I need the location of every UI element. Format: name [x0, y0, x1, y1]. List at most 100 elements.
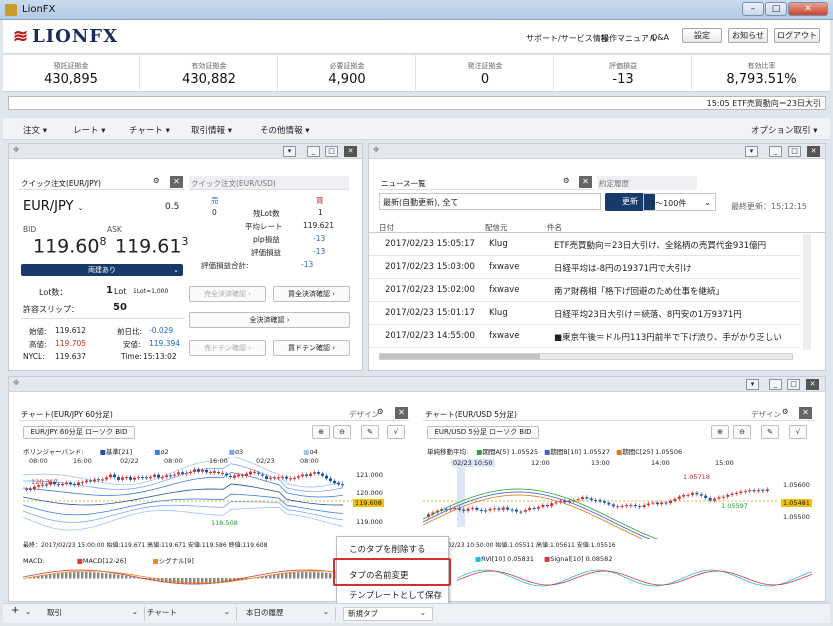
- zoom-out-icon[interactable]: ⊖: [333, 425, 351, 439]
- panel-menu-button[interactable]: ▾: [283, 146, 296, 157]
- gear-icon[interactable]: ⚙: [153, 176, 160, 185]
- tab-quick-eurjpy[interactable]: クイック注文(EUR/JPY) ⚙ ✕: [19, 176, 185, 190]
- position-mode-select[interactable]: 両建あり ⌄: [21, 264, 183, 276]
- design-link[interactable]: デザイン: [349, 409, 379, 420]
- panel-close-button[interactable]: ✕: [807, 146, 820, 157]
- panel-maximize-button[interactable]: □: [787, 379, 800, 390]
- panel-close-button[interactable]: ✕: [806, 379, 819, 390]
- menu-chart[interactable]: チャート ▾: [129, 124, 170, 136]
- panel-close-button[interactable]: ✕: [344, 146, 357, 157]
- close-window-button[interactable]: ✕: [788, 2, 828, 16]
- bottom-tab-today-history[interactable]: 本日の履歴 ⌄: [246, 607, 336, 621]
- sell-doten-button[interactable]: 売ドテン確認 ›: [189, 340, 266, 356]
- menu-option-trade[interactable]: オプション取引 ▾: [751, 124, 817, 136]
- candle-body: [181, 472, 184, 474]
- news-row[interactable]: 2017/02/23 15:03:00 fxwave 日経平均は-8円の19371円…: [369, 256, 800, 279]
- panel-menu-button[interactable]: ▾: [746, 379, 759, 390]
- indicator-icon[interactable]: √: [387, 425, 405, 439]
- macd-histogram-bar: [329, 573, 332, 579]
- panel-minimize-button[interactable]: _: [769, 379, 782, 390]
- app-header: ≋ LIONFX サポート/サービス情報 操作マニュアル Q&A 設定 お知らせ …: [3, 20, 830, 54]
- chart1-area[interactable]: 08:00 16:00 02/22 08:00 16:00 02/23 08:0…: [22, 455, 411, 539]
- tab-close-icon[interactable]: ✕: [799, 407, 812, 419]
- zoom-in-icon[interactable]: ⊕: [312, 425, 330, 439]
- tab-chart-eurjpy[interactable]: チャート(EUR/JPY 60分足) デザイン ⚙ ✕: [19, 407, 409, 421]
- panel-maximize-button[interactable]: □: [325, 146, 338, 157]
- vertical-scrollbar[interactable]: [803, 234, 811, 350]
- panel-minimize-button[interactable]: _: [307, 146, 320, 157]
- add-tab-icon[interactable]: +: [11, 605, 19, 619]
- gear-icon[interactable]: ⚙: [563, 176, 570, 185]
- pen-icon[interactable]: ✎: [361, 425, 379, 439]
- candle-body: [453, 507, 457, 509]
- menu-trade-info[interactable]: 取引情報 ▾: [191, 124, 232, 136]
- tab-quick-eurusd[interactable]: クイック注文(EUR/USD): [189, 176, 349, 190]
- logout-button[interactable]: ログアウト: [774, 28, 820, 43]
- news-row[interactable]: 2017/02/23 15:02:00 fxwave 南ア財務相「格下げ回避のため仕…: [369, 279, 800, 302]
- maximize-button[interactable]: □: [765, 2, 787, 16]
- qa-link[interactable]: Q&A: [651, 33, 669, 42]
- candle-body: [545, 505, 549, 507]
- chart-selector[interactable]: EUR/JPY 60分足 ローソク BID: [23, 426, 135, 439]
- drag-handle-icon[interactable]: ✥: [373, 145, 379, 154]
- macd-histogram-bar: [289, 572, 292, 579]
- bottom-tab-chart[interactable]: チャート ⌄: [147, 607, 237, 621]
- range-select[interactable]: 1～100件 ⌄: [643, 193, 716, 211]
- chart-selector[interactable]: EUR/USD 5分足 ローソク BID: [427, 426, 539, 439]
- tab-chart-eurusd[interactable]: チャート(EUR/USD 5分足) デザイン ⚙ ✕: [423, 407, 815, 421]
- menu-rate[interactable]: レート ▾: [73, 124, 105, 136]
- candle-body: [333, 480, 336, 484]
- gear-icon[interactable]: ⚙: [782, 407, 789, 416]
- candle-body: [607, 502, 611, 505]
- buy-settle-button[interactable]: 買全決済確認 ›: [273, 286, 350, 302]
- chart2-area[interactable]: 02/23 10:50 12:00 13:00 14:00 15:00 1.05…: [422, 457, 819, 570]
- menu-other-info[interactable]: その他情報 ▾: [260, 124, 309, 136]
- news-row[interactable]: 2017/02/23 15:01:17 Klug 日経平均23日大引け＝続落、8円安…: [369, 302, 800, 325]
- manual-link[interactable]: 操作マニュアル: [601, 33, 657, 44]
- gear-icon[interactable]: ⚙: [377, 407, 384, 416]
- settings-button[interactable]: 設定: [682, 28, 722, 43]
- notice-button[interactable]: お知らせ: [728, 28, 768, 43]
- tab-close-icon[interactable]: ✕: [395, 407, 408, 419]
- all-settle-button[interactable]: 全決済確認 ›: [189, 312, 350, 328]
- tab-close-icon[interactable]: ✕: [579, 176, 592, 188]
- menu-order[interactable]: 注文 ▾: [23, 124, 47, 136]
- drag-handle-icon[interactable]: ✥: [13, 378, 19, 387]
- rvi-area[interactable]: [456, 564, 815, 591]
- currency-pair[interactable]: EUR/JPY ⌄: [23, 199, 84, 214]
- lot-value[interactable]: 1: [106, 285, 113, 296]
- tab-close-icon[interactable]: ✕: [170, 176, 183, 188]
- tab-news-list[interactable]: ニュース一覧 ⚙ ✕: [379, 176, 594, 190]
- panel-minimize-button[interactable]: _: [769, 146, 782, 157]
- news-ticker[interactable]: 15:05 ETF売買動向＝23日大引: [8, 96, 826, 110]
- minimize-button[interactable]: –: [742, 2, 764, 16]
- news-row[interactable]: 2017/02/23 14:55:00 fxwave ■東京午後＝ドル円113円前半…: [369, 325, 800, 348]
- news-row[interactable]: 2017/02/23 15:05:17 Klug ETF売買動向＝23日大引け、全銘…: [369, 233, 800, 256]
- candle-body: [157, 474, 160, 478]
- chart2-svg[interactable]: [422, 457, 819, 570]
- macd-area[interactable]: [22, 564, 343, 591]
- drag-handle-icon[interactable]: ✥: [13, 145, 19, 154]
- tab-execution-history[interactable]: 約定履歴: [597, 176, 697, 190]
- bottom-tab-new[interactable]: 新規タブ ⌄: [343, 607, 433, 621]
- pen-icon[interactable]: ✎: [761, 425, 779, 439]
- tab-list-icon[interactable]: ⌄: [25, 607, 31, 621]
- buy-doten-button[interactable]: 買ドテン確認 ›: [273, 340, 350, 356]
- news-filter-input[interactable]: 最新(自動更新), 全て: [379, 193, 601, 210]
- zoom-in-icon[interactable]: ⊕: [711, 425, 729, 439]
- save-template-item[interactable]: テンプレートとして保存: [349, 589, 442, 601]
- support-link[interactable]: サポート/サービス情報: [526, 33, 609, 44]
- sell-settle-button[interactable]: 売全決済確認 ›: [189, 286, 266, 302]
- slippage-value[interactable]: 50: [113, 302, 127, 313]
- zoom-out-icon[interactable]: ⊖: [733, 425, 751, 439]
- panel-maximize-button[interactable]: □: [788, 146, 801, 157]
- delete-tab-item[interactable]: このタブを削除する: [349, 543, 426, 555]
- rename-tab-item[interactable]: タブの名前変更: [349, 569, 409, 581]
- bottom-tab-trade[interactable]: 取引 ⌄: [47, 607, 145, 621]
- ask-price[interactable]: 119.613: [115, 235, 188, 257]
- indicator-icon[interactable]: √: [789, 425, 807, 439]
- horizontal-scrollbar[interactable]: [379, 353, 793, 360]
- design-link[interactable]: デザイン: [751, 409, 781, 420]
- panel-menu-button[interactable]: ▾: [745, 146, 758, 157]
- bid-price[interactable]: 119.608: [33, 235, 106, 257]
